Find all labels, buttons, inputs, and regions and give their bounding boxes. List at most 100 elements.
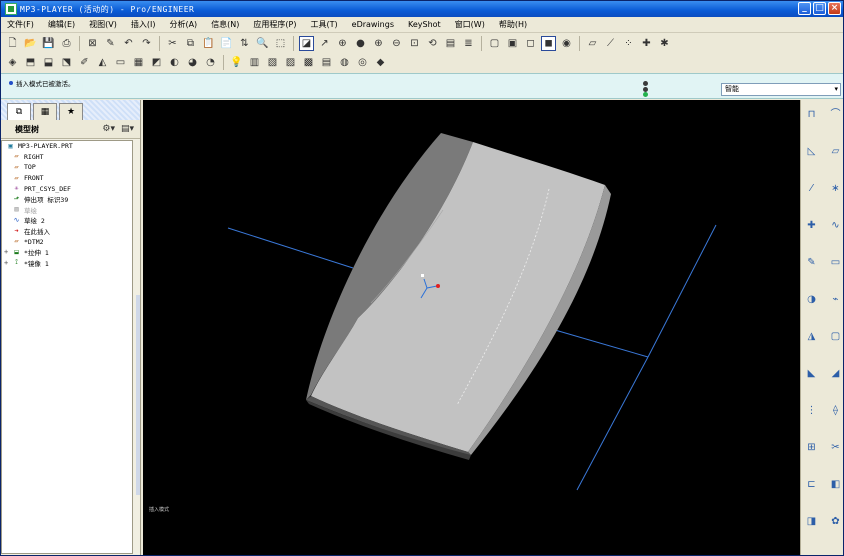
cut-icon[interactable]: ✂	[165, 36, 180, 51]
minimize-button[interactable]: _	[798, 2, 811, 15]
pattern-icon[interactable]: ▦	[131, 55, 146, 70]
datum-points-icon[interactable]: ⁘	[621, 36, 636, 51]
graphics-viewport[interactable]: 插入模式	[143, 100, 800, 555]
menu-item[interactable]: 信息(N)	[211, 19, 239, 30]
edrawings-icon[interactable]: ◆	[373, 55, 388, 70]
menu-item[interactable]: 编辑(E)	[48, 19, 75, 30]
chamfer-icon[interactable]: ◺	[805, 145, 818, 158]
shell-icon[interactable]: ▢	[829, 330, 842, 343]
tree-item[interactable]: ⬏ 伸出项 标识39	[2, 194, 132, 205]
wireframe-icon[interactable]: ▢	[487, 36, 502, 51]
shaded-icon[interactable]: ◼	[541, 36, 556, 51]
new-file-icon[interactable]: 🗋	[5, 36, 20, 51]
part-icon[interactable]: ◈	[5, 55, 20, 70]
save-icon[interactable]: 💾	[41, 36, 56, 51]
menu-item[interactable]: 工具(T)	[311, 19, 338, 30]
publish-icon[interactable]: ◍	[337, 55, 352, 70]
datum-point-tool-icon[interactable]: ∗	[829, 182, 842, 195]
tree-item[interactable]: ▱ TOP	[2, 162, 132, 173]
zoom-out-icon[interactable]: ⊖	[389, 36, 404, 51]
sheet-icon[interactable]: ▥	[247, 55, 262, 70]
surface-icon[interactable]: ◭	[95, 55, 110, 70]
menu-item[interactable]: 视图(V)	[89, 19, 117, 30]
regenerate-model-icon[interactable]: ⇅	[237, 36, 252, 51]
model-check-icon[interactable]: ◕	[185, 55, 200, 70]
revolve-tool-icon[interactable]: ◑	[805, 293, 818, 306]
title-bar[interactable]: MP3-PLAYER (活动的) - Pro/ENGINEER _ □ ×	[1, 1, 843, 17]
open-file-icon[interactable]: 📂	[23, 36, 38, 51]
layers-icon[interactable]: ≣	[461, 36, 476, 51]
hidden-line-icon[interactable]: ▣	[505, 36, 520, 51]
mold-icon[interactable]: ⬔	[59, 55, 74, 70]
reorient-icon[interactable]: ⟲	[425, 36, 440, 51]
mapkey-icon[interactable]: ▧	[265, 55, 280, 70]
keyshot-icon[interactable]: ◎	[355, 55, 370, 70]
tree-show-icon[interactable]: ▤▾	[121, 124, 134, 134]
menu-item[interactable]: 帮助(H)	[499, 19, 527, 30]
undo-icon[interactable]: ↶	[121, 36, 136, 51]
sketch-tool-icon[interactable]: ✎	[805, 256, 818, 269]
no-hidden-icon[interactable]: ◻	[523, 36, 538, 51]
tree-item[interactable]: ∿ 草绘 2	[2, 215, 132, 226]
shading-icon[interactable]: ●	[353, 36, 368, 51]
datum-csys-tool-icon[interactable]: ✚	[805, 219, 818, 232]
thicken-icon[interactable]: ◧	[829, 478, 842, 491]
redo-icon[interactable]: ↷	[139, 36, 154, 51]
offset-icon[interactable]: ⊏	[805, 478, 818, 491]
favorites-tab[interactable]: ★	[59, 103, 83, 120]
selection-filter-select[interactable]: 智能 ▾	[721, 83, 841, 96]
sketch-icon[interactable]: ✐	[77, 55, 92, 70]
model-tree-tab[interactable]: ⧉	[7, 103, 31, 120]
style-icon[interactable]: ✿	[829, 515, 842, 528]
appearance-icon[interactable]: ◉	[559, 36, 574, 51]
annotations-icon[interactable]: ✱	[657, 36, 672, 51]
regenerate-icon[interactable]: ✎	[103, 36, 118, 51]
menu-item[interactable]: eDrawings	[352, 20, 394, 29]
tree-settings-icon[interactable]: ⚙▾	[102, 124, 115, 134]
repaint-icon[interactable]: ◪	[299, 36, 314, 51]
close-window-icon[interactable]: ⊠	[85, 36, 100, 51]
find-icon[interactable]: 🔍	[255, 36, 270, 51]
paste-special-icon[interactable]: 📄	[219, 36, 234, 51]
trim-icon[interactable]: ✂	[829, 441, 842, 454]
mirror-tool-icon[interactable]: ⟠	[829, 404, 842, 417]
tree-item[interactable]: + ⬓ *拉伸 1	[2, 247, 132, 258]
paste-icon[interactable]: 📋	[201, 36, 216, 51]
curve-icon[interactable]: ∿	[829, 219, 842, 232]
tree-item[interactable]: ▣ MP3-PLAYER.PRT	[2, 141, 132, 152]
saved-views-icon[interactable]: ▤	[443, 36, 458, 51]
param-icon[interactable]: ▩	[301, 55, 316, 70]
solidify-icon[interactable]: ◨	[805, 515, 818, 528]
blend-icon[interactable]: ◮	[805, 330, 818, 343]
draft-icon[interactable]: ◢	[829, 367, 842, 380]
menu-item[interactable]: 插入(I)	[131, 19, 156, 30]
print-icon[interactable]: ⎙	[59, 36, 74, 51]
tree-item[interactable]: ▨ 草绘	[2, 205, 132, 216]
pattern-tool-icon[interactable]: ⋮	[805, 404, 818, 417]
datum-planes-icon[interactable]: ▱	[585, 36, 600, 51]
analysis-icon[interactable]: ◐	[167, 55, 182, 70]
tree-item[interactable]: ➜ 在此插入	[2, 226, 132, 237]
menu-item[interactable]: 窗口(W)	[455, 19, 485, 30]
select-box-icon[interactable]: ⬚	[273, 36, 288, 51]
panel-splitter[interactable]	[136, 295, 140, 495]
merge-icon[interactable]: ⊞	[805, 441, 818, 454]
menu-item[interactable]: 分析(A)	[169, 19, 197, 30]
refit-icon[interactable]: ⊡	[407, 36, 422, 51]
folder-browser-tab[interactable]: ▦	[33, 103, 57, 120]
tree-item[interactable]: ▱ RIGHT	[2, 152, 132, 163]
menu-item[interactable]: KeyShot	[408, 20, 441, 29]
render-icon[interactable]: ◔	[203, 55, 218, 70]
coord-sys-icon[interactable]: ✚	[639, 36, 654, 51]
spin-center-icon[interactable]: ⊕	[335, 36, 350, 51]
maximize-button[interactable]: □	[813, 2, 826, 15]
assembly-icon[interactable]: ⬒	[23, 55, 38, 70]
orient-mode-icon[interactable]: ↗	[317, 36, 332, 51]
relations-icon[interactable]: ▨	[283, 55, 298, 70]
hole-icon[interactable]: ⊓	[805, 108, 818, 121]
datum-axis-tool-icon[interactable]: ⁄	[805, 182, 818, 195]
datum-axes-icon[interactable]: ⟋	[603, 36, 618, 51]
drawing-icon[interactable]: ⬓	[41, 55, 56, 70]
tree-item[interactable]: + ⟟ *镜像 1	[2, 258, 132, 269]
sweep-icon[interactable]: ⌁	[829, 293, 842, 306]
